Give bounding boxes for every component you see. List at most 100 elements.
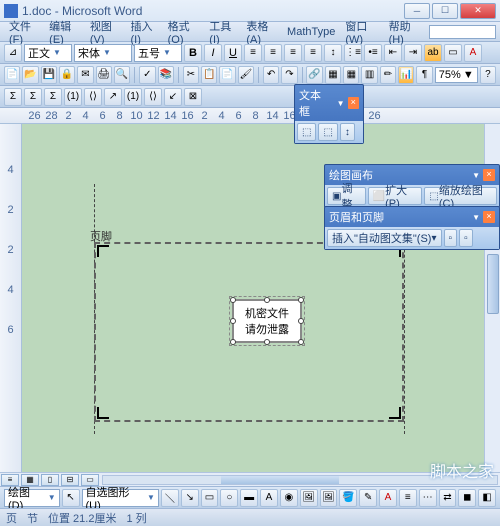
spell-button[interactable]: ✓ bbox=[139, 66, 155, 84]
hf-toolbar-close[interactable]: × bbox=[483, 211, 495, 223]
clipart-button[interactable]: 🖼 bbox=[300, 489, 318, 507]
diagram-button[interactable]: ◉ bbox=[280, 489, 298, 507]
picture-button[interactable]: 🖼 bbox=[320, 489, 338, 507]
size-select[interactable]: 五号▼ bbox=[134, 44, 182, 62]
rect-button[interactable]: ▭ bbox=[201, 489, 219, 507]
textbox-toolbar-close[interactable]: × bbox=[348, 97, 359, 109]
canvas-scale-button[interactable]: ⬚ 缩放绘图(C) bbox=[424, 187, 497, 205]
line-style-button[interactable]: ≡ bbox=[399, 489, 417, 507]
sigma3-button[interactable]: Σ bbox=[44, 88, 62, 106]
columns-button[interactable]: ▥ bbox=[361, 66, 377, 84]
canvas-expand-button[interactable]: ⬜ 扩大(P) bbox=[368, 187, 423, 205]
textbox-object[interactable]: 机密文件 请勿泄露 bbox=[232, 299, 302, 343]
help-search-input[interactable] bbox=[429, 25, 496, 39]
textbox-dir-btn[interactable]: ↕ bbox=[340, 123, 355, 141]
wordart-button[interactable]: A bbox=[260, 489, 278, 507]
3d-button[interactable]: ◧ bbox=[478, 489, 496, 507]
handle-br[interactable] bbox=[298, 339, 304, 345]
draw-menu[interactable]: 绘图(D)▼ bbox=[4, 489, 60, 507]
hyperlink-button[interactable]: 🔗 bbox=[306, 66, 322, 84]
chart-button[interactable]: 📊 bbox=[398, 66, 414, 84]
textbox-button[interactable]: ▬ bbox=[240, 489, 258, 507]
eq-btn-1[interactable]: (1) bbox=[64, 88, 82, 106]
font-color-button[interactable]: A bbox=[464, 44, 482, 62]
canvas-toolbar-close[interactable]: × bbox=[483, 169, 495, 181]
handle-l[interactable] bbox=[230, 318, 236, 324]
eq-btn-5[interactable]: ⟨⟩ bbox=[144, 88, 162, 106]
research-button[interactable]: 📚 bbox=[158, 66, 174, 84]
font-color-button-2[interactable]: A bbox=[379, 489, 397, 507]
handle-r[interactable] bbox=[298, 318, 304, 324]
save-button[interactable]: 💾 bbox=[41, 66, 57, 84]
italic-button[interactable]: I bbox=[204, 44, 222, 62]
zoom-select[interactable]: 75%▼ bbox=[435, 67, 478, 83]
redo-button[interactable]: ↷ bbox=[281, 66, 297, 84]
preview-button[interactable]: 🔍 bbox=[114, 66, 130, 84]
hf-extra-btn[interactable]: ▫ bbox=[459, 229, 473, 247]
sigma2-button[interactable]: Σ bbox=[24, 88, 42, 106]
table-button[interactable]: ▦ bbox=[325, 66, 341, 84]
indent-inc-button[interactable]: ⇥ bbox=[404, 44, 422, 62]
highlight-button[interactable]: ab bbox=[424, 44, 442, 62]
cut-button[interactable]: ✂ bbox=[183, 66, 199, 84]
format-painter-button[interactable]: 🖌 bbox=[238, 66, 254, 84]
line-spacing-button[interactable]: ↕ bbox=[324, 44, 342, 62]
textbox-break-btn[interactable]: ⬚ bbox=[318, 123, 337, 141]
bold-button[interactable]: B bbox=[184, 44, 202, 62]
help-button[interactable]: ? bbox=[480, 66, 496, 84]
line-color-button[interactable]: ✎ bbox=[359, 489, 377, 507]
textbox-link-btn[interactable]: ⬚ bbox=[297, 123, 316, 141]
ruler-horizontal[interactable]: 2628246810121416246814161820222426 bbox=[0, 108, 500, 124]
mail-button[interactable]: ✉ bbox=[77, 66, 93, 84]
excel-button[interactable]: ▦ bbox=[343, 66, 359, 84]
view-outline-button[interactable]: ⊟ bbox=[61, 474, 79, 486]
canvas-fit-button[interactable]: ▣ 调整 bbox=[327, 187, 366, 205]
hf-autotext-button[interactable]: 插入"自动图文集"(S) ▾ bbox=[327, 229, 442, 247]
hf-page-btn[interactable]: ▫ bbox=[444, 229, 458, 247]
align-right-button[interactable]: ≡ bbox=[284, 44, 302, 62]
menu-table[interactable]: 表格(A) bbox=[241, 16, 282, 48]
oval-button[interactable]: ○ bbox=[220, 489, 238, 507]
eq-btn-7[interactable]: ⊠ bbox=[184, 88, 202, 106]
style-select[interactable]: 正文▼ bbox=[24, 44, 72, 62]
undo-button[interactable]: ↶ bbox=[263, 66, 279, 84]
menu-mathtype[interactable]: MathType bbox=[282, 24, 340, 40]
align-justify-button[interactable]: ≡ bbox=[304, 44, 322, 62]
print-button[interactable]: 🖨 bbox=[96, 66, 112, 84]
header-footer-toolbar[interactable]: 页眉和页脚 ▼ × 插入"自动图文集"(S) ▾ ▫ ▫ bbox=[324, 206, 500, 250]
handle-tl[interactable] bbox=[230, 297, 236, 303]
eq-btn-3[interactable]: ↗ bbox=[104, 88, 122, 106]
handle-bl[interactable] bbox=[230, 339, 236, 345]
outline-icon[interactable]: ⊿ bbox=[4, 44, 22, 62]
border-button[interactable]: ▭ bbox=[444, 44, 462, 62]
indent-dec-button[interactable]: ⇤ bbox=[384, 44, 402, 62]
dash-style-button[interactable]: ⋯ bbox=[419, 489, 437, 507]
arrow-button[interactable]: ↘ bbox=[181, 489, 199, 507]
permission-button[interactable]: 🔒 bbox=[59, 66, 75, 84]
menu-help[interactable]: 帮助(H) bbox=[384, 16, 425, 48]
paragraph-marks-button[interactable]: ¶ bbox=[416, 66, 432, 84]
open-button[interactable]: 📂 bbox=[22, 66, 38, 84]
hscroll-thumb[interactable] bbox=[221, 476, 339, 484]
shadow-button[interactable]: ◼ bbox=[458, 489, 476, 507]
line-button[interactable]: ＼ bbox=[161, 489, 179, 507]
paste-button[interactable]: 📄 bbox=[219, 66, 235, 84]
arrow-style-button[interactable]: ⇄ bbox=[439, 489, 457, 507]
align-left-button[interactable]: ≡ bbox=[244, 44, 262, 62]
textbox-toolbar[interactable]: 文本框 ▼ × ⬚ ⬚ ↕ bbox=[294, 84, 364, 144]
new-button[interactable]: 📄 bbox=[4, 66, 20, 84]
select-objects-button[interactable]: ↖ bbox=[62, 489, 80, 507]
sigma-button[interactable]: Σ bbox=[4, 88, 22, 106]
menu-window[interactable]: 窗口(W) bbox=[340, 16, 383, 48]
scroll-thumb[interactable] bbox=[487, 254, 499, 314]
numbering-button[interactable]: ⋮≡ bbox=[344, 44, 362, 62]
bullets-button[interactable]: •≡ bbox=[364, 44, 382, 62]
maximize-button[interactable]: ☐ bbox=[432, 3, 458, 19]
ruler-vertical[interactable]: 42246 bbox=[0, 124, 22, 474]
fill-color-button[interactable]: 🪣 bbox=[339, 489, 357, 507]
handle-tr[interactable] bbox=[298, 297, 304, 303]
eq-btn-6[interactable]: ↙ bbox=[164, 88, 182, 106]
eq-btn-4[interactable]: (1) bbox=[124, 88, 142, 106]
copy-button[interactable]: 📋 bbox=[201, 66, 217, 84]
align-center-button[interactable]: ≡ bbox=[264, 44, 282, 62]
